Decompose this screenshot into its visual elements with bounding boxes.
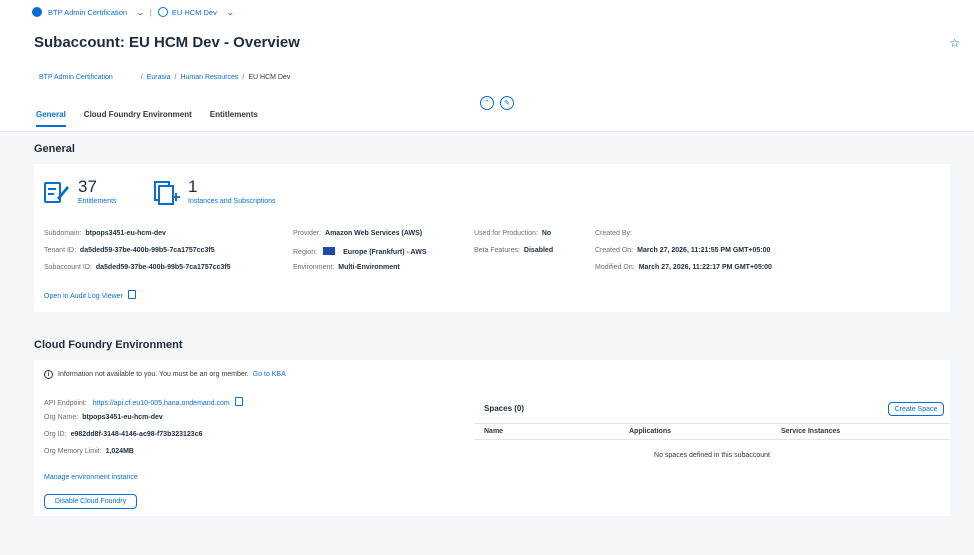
entitlements-count: 37 — [78, 177, 97, 196]
favorite-star-icon[interactable]: ☆ — [949, 36, 960, 50]
org-memory-value: 1,024MB — [105, 448, 134, 455]
chevron-down-icon: ⌄ — [225, 7, 235, 17]
modified-on-value: March 27, 2026, 11:22:17 PM GMT+05:00 — [638, 264, 772, 271]
pin-header-button[interactable]: ✎ — [500, 96, 514, 110]
api-endpoint-field: API Endpoint: https://api.cf.eu10-005.ha… — [44, 397, 243, 407]
tab-general[interactable]: General — [36, 110, 66, 127]
separator: | — [149, 7, 152, 17]
disable-cloud-foundry-button[interactable]: Disable Cloud Foundry — [44, 494, 137, 509]
breadcrumb-global-account[interactable]: BTP Admin Certification — [39, 74, 113, 81]
shell-bar: BTP Admin Certification ⌄ | EU HCM Dev ⌄ — [0, 0, 974, 24]
tenant-value: da5ded59-37be-400b-99b5-7ca1757cc3f5 — [79, 247, 215, 254]
external-link-icon — [127, 290, 136, 299]
global-account-icon — [32, 7, 42, 17]
collapse-header-button[interactable]: ⌃ — [480, 96, 494, 110]
provider-value: Amazon Web Services (AWS) — [325, 230, 423, 237]
subdomain-field: Subdomain: btpops3451-eu-hcm-dev — [44, 230, 166, 237]
global-account-label: BTP Admin Certification — [48, 7, 128, 17]
beta-field: Beta Features: Disabled — [474, 247, 554, 254]
header-controls: ⌃ ✎ — [480, 96, 514, 110]
create-space-button[interactable]: Create Space — [888, 402, 944, 416]
org-name-value: btpops3451-eu-hcm-dev — [82, 414, 163, 421]
production-value: No — [541, 230, 552, 237]
go-to-kba-link[interactable]: Go to KBA — [253, 371, 286, 378]
tenant-field: Tenant ID: da5ded59-37be-400b-99b5-7ca175… — [44, 247, 215, 254]
info-text: Information not available to you. You mu… — [58, 371, 249, 378]
org-name-field: Org Name: btpops3451-eu-hcm-dev — [44, 414, 163, 421]
column-header-name[interactable]: Name — [484, 428, 503, 435]
chevron-down-icon: ⌄ — [136, 7, 145, 17]
api-endpoint-link[interactable]: https://api.cf.eu10-005.hana.ondemand.co… — [93, 400, 230, 407]
instances-kpi[interactable]: 1 Instances and Subscriptions — [152, 178, 276, 206]
entitlements-kpi[interactable]: 37 Entitlements — [42, 178, 117, 206]
instances-count: 1 — [188, 177, 198, 196]
eu-flag-icon — [323, 247, 336, 255]
copy-icon[interactable] — [234, 397, 243, 406]
region-field: Region: Europe (Frankfurt) - AWS — [293, 247, 427, 256]
production-field: Used for Production: No — [474, 230, 552, 237]
column-header-applications[interactable]: Applications — [629, 428, 671, 435]
globe-icon — [157, 7, 168, 17]
subaccount-id-field: Subaccount ID: da5ded59-37be-400b-99b5-7c… — [44, 264, 231, 271]
entitlements-icon — [44, 182, 69, 203]
column-header-service-instances[interactable]: Service Instances — [781, 428, 840, 435]
created-by-field: Created By: — [595, 230, 632, 237]
subaccount-selector[interactable]: EU HCM Dev ⌄ — [157, 7, 235, 17]
manage-environment-link[interactable]: Manage environment instance — [44, 474, 138, 481]
instances-icon — [154, 181, 180, 205]
region-value: Europe (Frankfurt) - AWS — [343, 249, 427, 256]
subaccount-label: EU HCM Dev — [171, 7, 217, 17]
page-title: Subaccount: EU HCM Dev - Overview — [34, 34, 300, 51]
modified-on-field: Modified On: March 27, 2026, 11:22:17 PM … — [595, 264, 772, 271]
tab-entitlements[interactable]: Entitlements — [210, 110, 258, 127]
org-memory-field: Org Memory Limit: 1,024MB — [44, 448, 134, 455]
org-id-field: Org ID: e982dd8f-3148-4146-ac98-f73b32312… — [44, 431, 203, 438]
environment-field: Environment: Multi-Environment — [293, 264, 400, 271]
tab-cloud-foundry[interactable]: Cloud Foundry Environment — [84, 110, 192, 127]
environment-value: Multi-Environment — [338, 264, 400, 271]
subdomain-value: btpops3451-eu-hcm-dev — [85, 230, 166, 237]
created-on-value: March 27, 2026, 11:21:55 PM GMT+05:00 — [637, 247, 771, 254]
spaces-table: Spaces (0) Create Space Name Application… — [474, 396, 950, 474]
breadcrumb-human-resources[interactable]: Human Resources — [180, 74, 238, 81]
entitlements-link[interactable]: Entitlements — [78, 198, 117, 205]
org-id-value: e982dd8f-3148-4146-ac98-f73b323123c6 — [70, 431, 203, 438]
created-on-field: Created On: March 27, 2026, 11:21:55 PM G… — [595, 247, 771, 254]
beta-value: Disabled — [523, 247, 554, 254]
breadcrumb-eurasia[interactable]: Eurasia — [147, 74, 171, 81]
provider-field: Provider: Amazon Web Services (AWS) — [293, 230, 423, 237]
breadcrumb-current: EU HCM Dev — [248, 74, 291, 81]
subaccount-id-value: da5ded59-37be-400b-99b5-7ca1757cc3f5 — [95, 264, 231, 271]
general-section-title: General — [34, 143, 75, 155]
cf-section-title: Cloud Foundry Environment — [34, 339, 183, 351]
instances-link[interactable]: Instances and Subscriptions — [188, 198, 276, 205]
general-card: 37 Entitlements 1 Instances and Subscrip… — [34, 164, 950, 312]
audit-log-link[interactable]: Open in Audit Log Viewer — [44, 290, 136, 300]
breadcrumb: BTP Admin Certification / Eurasia / Huma… — [39, 74, 291, 81]
info-icon: i — [44, 370, 53, 379]
info-message: i Information not available to you. You … — [44, 370, 286, 379]
global-account-selector[interactable]: BTP Admin Certification ⌄ — [32, 7, 145, 17]
object-page-header: Subaccount: EU HCM Dev - Overview ☆ BTP … — [0, 24, 974, 132]
spaces-title: Spaces (0) — [484, 404, 525, 413]
tab-bar: General Cloud Foundry Environment Entitl… — [36, 110, 258, 127]
no-data-message: No spaces defined in this subaccount — [654, 452, 770, 459]
